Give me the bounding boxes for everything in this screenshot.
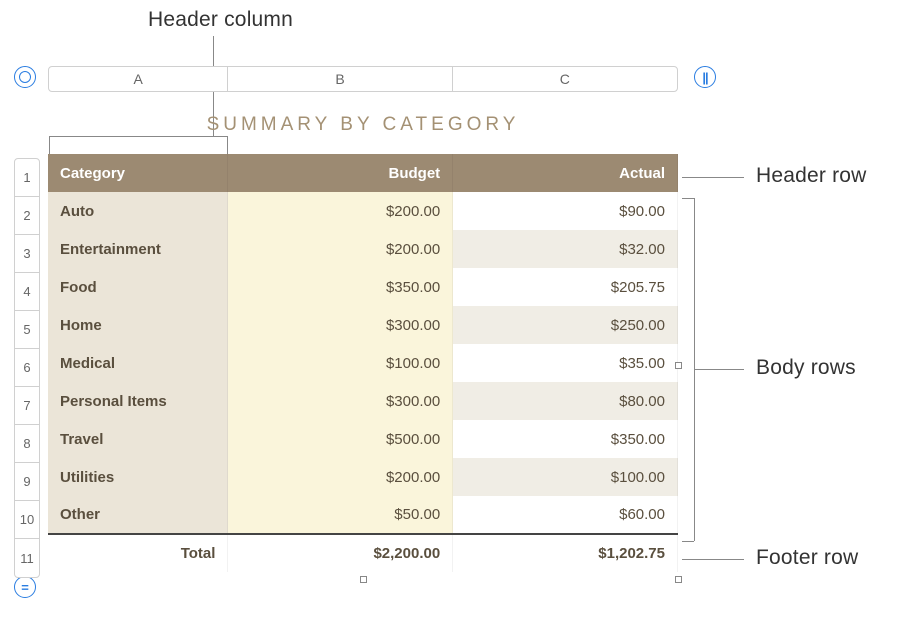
- cell-category[interactable]: Utilities: [48, 458, 228, 496]
- callout-line: [682, 559, 744, 560]
- row-header[interactable]: 2: [15, 197, 39, 235]
- callout-line: [682, 198, 694, 199]
- table-footer-row: Total $2,200.00 $1,202.75: [48, 534, 678, 572]
- row-header[interactable]: 6: [15, 349, 39, 387]
- cell-budget[interactable]: $300.00: [228, 306, 453, 344]
- row-header[interactable]: 11: [15, 539, 39, 577]
- table-title[interactable]: SUMMARY BY CATEGORY: [48, 100, 678, 154]
- cell-budget[interactable]: $50.00: [228, 496, 453, 534]
- cell-category[interactable]: Medical: [48, 344, 228, 382]
- cell-actual[interactable]: $80.00: [453, 382, 678, 420]
- table-row: Auto $200.00 $90.00: [48, 192, 678, 230]
- row-header[interactable]: 10: [15, 501, 39, 539]
- cell-budget[interactable]: $200.00: [228, 192, 453, 230]
- cell-actual[interactable]: $350.00: [453, 420, 678, 458]
- footer-cell-actual[interactable]: $1,202.75: [453, 534, 678, 572]
- cell-budget[interactable]: $200.00: [228, 230, 453, 268]
- cell-category[interactable]: Other: [48, 496, 228, 534]
- row-header[interactable]: 9: [15, 463, 39, 501]
- table-row: Home $300.00 $250.00: [48, 306, 678, 344]
- column-header-strip: A B C: [48, 66, 678, 92]
- callout-line: [682, 177, 744, 178]
- annotation-header-row: Header row: [756, 164, 867, 188]
- cell-actual[interactable]: $250.00: [453, 306, 678, 344]
- header-cell-actual[interactable]: Actual: [453, 154, 678, 192]
- circle-icon: [19, 71, 31, 83]
- header-cell-budget[interactable]: Budget: [228, 154, 453, 192]
- table-row: Travel $500.00 $350.00: [48, 420, 678, 458]
- row-header[interactable]: 4: [15, 273, 39, 311]
- cell-actual[interactable]: $32.00: [453, 230, 678, 268]
- cell-actual[interactable]: $90.00: [453, 192, 678, 230]
- row-header-strip: 1 2 3 4 5 6 7 8 9 10 11: [14, 158, 40, 578]
- cell-category[interactable]: Home: [48, 306, 228, 344]
- row-header[interactable]: 3: [15, 235, 39, 273]
- cell-category[interactable]: Entertainment: [48, 230, 228, 268]
- table-row: Entertainment $200.00 $32.00: [48, 230, 678, 268]
- add-column-handle[interactable]: ||: [694, 66, 716, 88]
- cell-category[interactable]: Auto: [48, 192, 228, 230]
- row-header[interactable]: 1: [15, 159, 39, 197]
- table-row: Utilities $200.00 $100.00: [48, 458, 678, 496]
- row-header[interactable]: 7: [15, 387, 39, 425]
- table-row: Medical $100.00 $35.00: [48, 344, 678, 382]
- callout-line: [682, 541, 694, 542]
- resize-handle[interactable]: [360, 576, 367, 583]
- annotation-header-column: Header column: [148, 8, 293, 32]
- table-row: Food $350.00 $205.75: [48, 268, 678, 306]
- callout-line: [694, 369, 744, 370]
- select-all-handle[interactable]: [14, 66, 36, 88]
- column-header-c[interactable]: C: [453, 67, 677, 91]
- rows-icon: =: [21, 580, 29, 595]
- annotation-footer-row: Footer row: [756, 546, 858, 570]
- cell-budget[interactable]: $200.00: [228, 458, 453, 496]
- cell-actual[interactable]: $100.00: [453, 458, 678, 496]
- cell-budget[interactable]: $350.00: [228, 268, 453, 306]
- cell-budget[interactable]: $500.00: [228, 420, 453, 458]
- cell-category[interactable]: Personal Items: [48, 382, 228, 420]
- column-header-a[interactable]: A: [49, 67, 228, 91]
- cell-actual[interactable]: $60.00: [453, 496, 678, 534]
- columns-icon: ||: [702, 70, 707, 85]
- footer-cell-label[interactable]: Total: [48, 534, 228, 572]
- cell-category[interactable]: Food: [48, 268, 228, 306]
- cell-budget[interactable]: $300.00: [228, 382, 453, 420]
- table-container: SUMMARY BY CATEGORY Category Budget Actu…: [48, 100, 678, 572]
- table-header-row: Category Budget Actual: [48, 154, 678, 192]
- resize-handle[interactable]: [675, 362, 682, 369]
- row-header[interactable]: 5: [15, 311, 39, 349]
- summary-table: Category Budget Actual Auto $200.00 $90.…: [48, 154, 678, 572]
- cell-category[interactable]: Travel: [48, 420, 228, 458]
- cell-budget[interactable]: $100.00: [228, 344, 453, 382]
- table-row: Personal Items $300.00 $80.00: [48, 382, 678, 420]
- annotation-body-rows: Body rows: [756, 356, 856, 380]
- cell-actual[interactable]: $35.00: [453, 344, 678, 382]
- header-cell-category[interactable]: Category: [48, 154, 228, 192]
- column-header-b[interactable]: B: [228, 67, 452, 91]
- footer-cell-budget[interactable]: $2,200.00: [228, 534, 453, 572]
- table-row: Other $50.00 $60.00: [48, 496, 678, 534]
- cell-actual[interactable]: $205.75: [453, 268, 678, 306]
- add-row-handle[interactable]: =: [14, 576, 36, 598]
- row-header[interactable]: 8: [15, 425, 39, 463]
- resize-handle[interactable]: [675, 576, 682, 583]
